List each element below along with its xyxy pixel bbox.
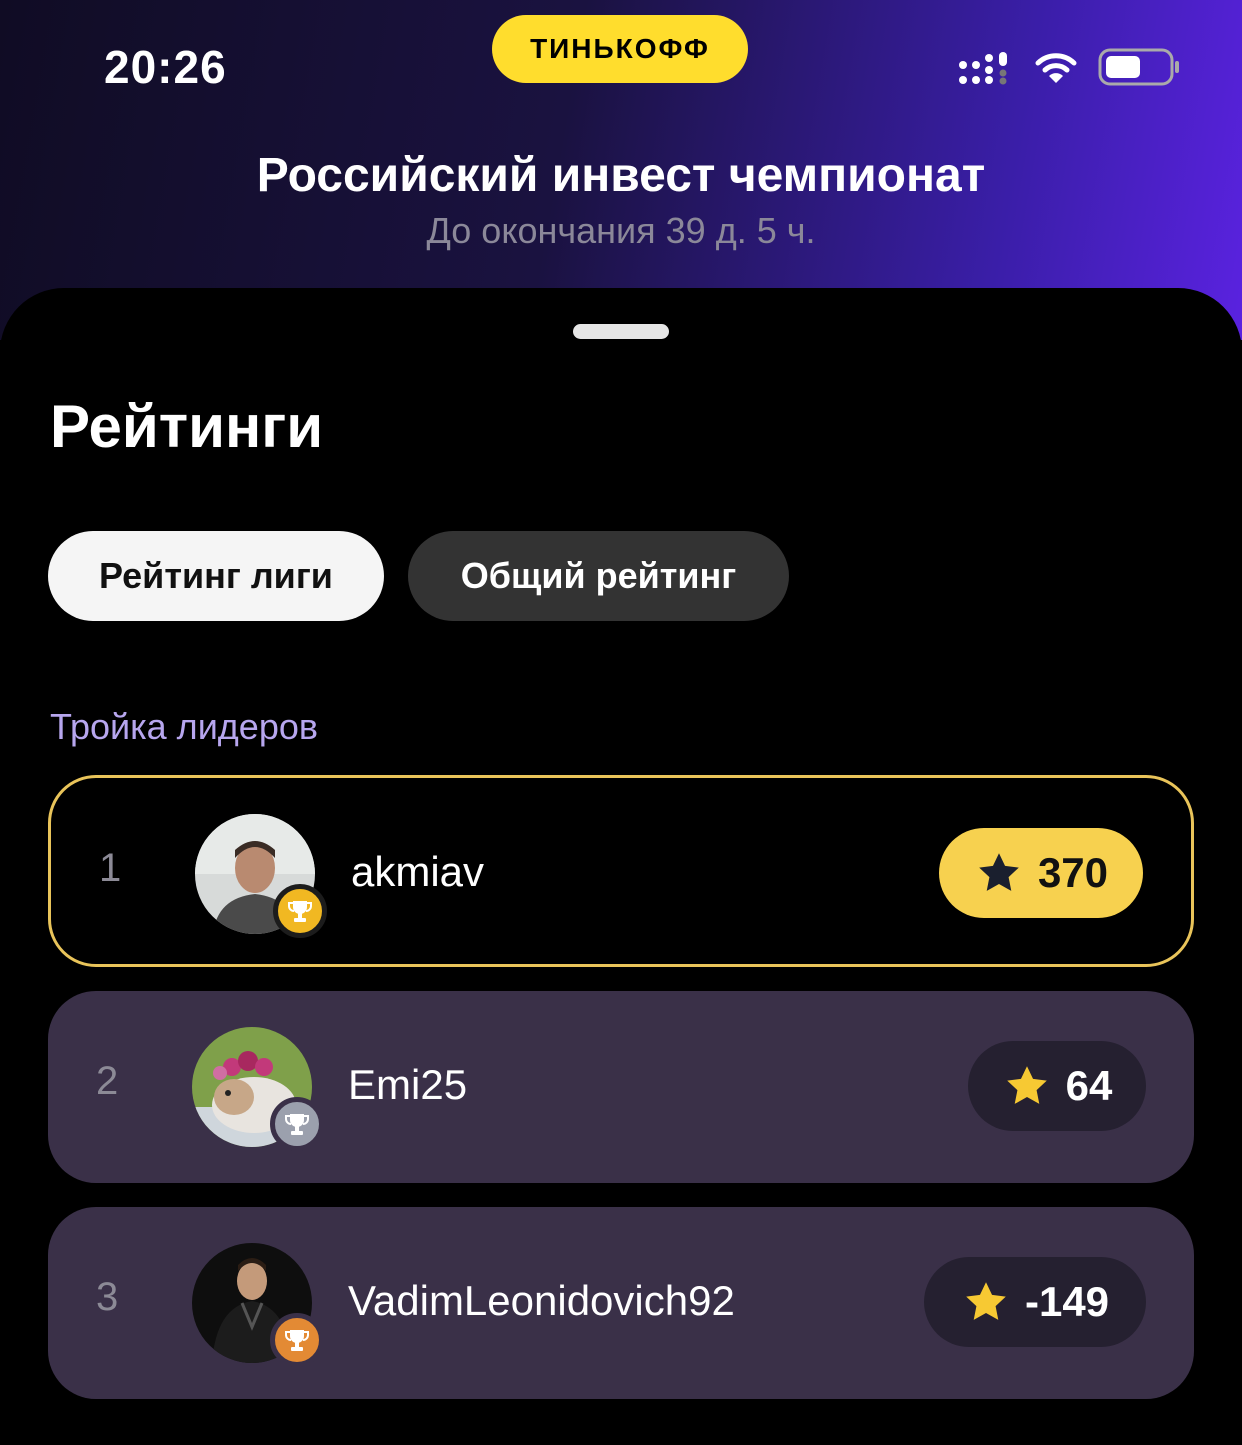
battery-icon bbox=[1098, 48, 1179, 86]
score-value: 370 bbox=[1037, 849, 1109, 896]
brand-pill: ТИНЬКОФФ bbox=[492, 15, 748, 83]
rank-number: 2 bbox=[96, 1059, 119, 1103]
score-value: 64 bbox=[1065, 1062, 1113, 1109]
score-badge: 64 bbox=[968, 1041, 1146, 1131]
rank-number: 1 bbox=[99, 846, 122, 890]
rank-number: 3 bbox=[96, 1275, 119, 1319]
ratings-sheet: Рейтинги Рейтинг лиги Общий рейтинг Трой… bbox=[0, 288, 1242, 1445]
star-icon bbox=[966, 1282, 1006, 1320]
tab-league-rating[interactable]: Рейтинг лиги bbox=[48, 531, 384, 621]
score-badge: -149 bbox=[924, 1257, 1146, 1347]
leaders-label: Тройка лидеров bbox=[50, 706, 318, 747]
status-time: 20:26 bbox=[104, 41, 227, 93]
username: akmiav bbox=[351, 848, 485, 895]
trophy-gold-icon bbox=[273, 884, 327, 938]
trophy-bronze-icon bbox=[270, 1313, 324, 1367]
score-value: -149 bbox=[1024, 1278, 1110, 1325]
section-title: Рейтинги bbox=[50, 393, 324, 460]
leader-row-3[interactable]: 3 VadimLeonidovich92 -149 bbox=[48, 1207, 1194, 1399]
username: VadimLeonidovich92 bbox=[348, 1277, 735, 1324]
page-title: Российский инвест чемпионат bbox=[256, 149, 986, 202]
username: Emi25 bbox=[348, 1061, 468, 1108]
leader-row-2[interactable]: 2 Emi25 64 bbox=[48, 991, 1194, 1183]
signal-icon bbox=[959, 52, 1007, 85]
trophy-silver-icon bbox=[270, 1097, 324, 1151]
tab-overall-rating[interactable]: Общий рейтинг bbox=[408, 531, 789, 621]
star-icon bbox=[979, 853, 1019, 891]
countdown-subtitle: До окончания 39 д. 5 ч. bbox=[426, 210, 816, 251]
wifi-icon bbox=[1035, 53, 1077, 83]
star-icon bbox=[1006, 1066, 1047, 1104]
sheet-grabber[interactable] bbox=[573, 324, 669, 339]
score-badge: 370 bbox=[939, 828, 1143, 918]
leader-row-1[interactable]: 1 akmiav 370 bbox=[48, 775, 1194, 967]
